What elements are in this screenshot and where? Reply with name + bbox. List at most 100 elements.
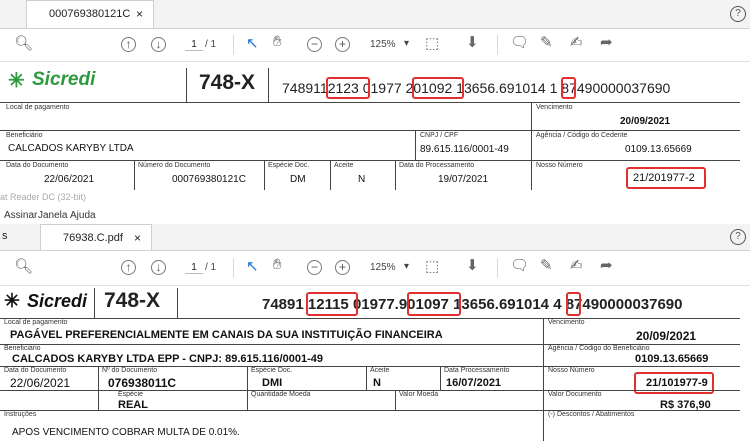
zoom-out-icon[interactable]: −: [307, 37, 322, 52]
beneficiario-value: CALCADOS KARYBY LTDA EPP - CNPJ: 89.615.…: [12, 353, 323, 365]
vencimento-value: 20/09/2021: [620, 116, 671, 127]
instrucoes-value: APOS VENCIMENTO COBRAR MULTA DE 0.01%.: [12, 427, 240, 438]
agencia-label: Agência / Código do Beneficiário: [548, 345, 650, 352]
comment-icon[interactable]: 🗨︎: [510, 256, 529, 274]
close-icon[interactable]: ×: [136, 1, 143, 27]
num-doc-value: 000769380121C: [172, 174, 246, 185]
highlight-box: [326, 77, 370, 99]
chevron-down-icon[interactable]: ▾: [404, 38, 409, 49]
beneficiario-label: Beneficiário: [4, 345, 41, 352]
page-number-input[interactable]: 1: [185, 39, 203, 51]
instrucoes-label: Instruções: [4, 411, 37, 418]
data-doc-value: 22/06/2021: [10, 376, 71, 390]
bottom-document-tab[interactable]: 76938.C.pdf ×: [40, 224, 152, 250]
zoom-out-icon[interactable]: −: [307, 260, 322, 275]
zoom-in-icon[interactable]: +: [335, 37, 350, 52]
barcode-part: 87490000037690: [561, 80, 671, 96]
menu-assinar[interactable]: Assinar: [4, 210, 37, 221]
local-pagamento-value: PAGÁVEL PREFERENCIALMENTE EM CANAIS DA S…: [10, 329, 443, 341]
zoom-in-icon[interactable]: +: [335, 260, 350, 275]
especie-doc-value: DM: [290, 174, 306, 185]
aceite-label: Aceite: [334, 162, 354, 169]
page-down-icon[interactable]: ↓: [151, 37, 166, 52]
valor-doc-label: Valor Documento: [548, 391, 602, 398]
beneficiario-value: CALCADOS KARYBY LTDA: [8, 143, 134, 154]
logo-text: Sicredi: [32, 69, 96, 90]
agencia-value: 0109.13.65669: [635, 353, 709, 365]
fit-page-icon[interactable]: ⬚: [425, 34, 439, 52]
barcode-part: 1: [549, 80, 558, 96]
zoom-search-icon[interactable]: 🔍︎: [14, 257, 33, 275]
scroll-icon[interactable]: ⬇: [466, 256, 479, 274]
help-icon[interactable]: ?: [730, 229, 746, 245]
top-toolbar: 🔍︎ ↑ ↓ 1 / 1 ↖ ✋︎ − + 125% ▾ ⬚ ⬇ 🗨︎ ✎ ✍︎…: [0, 29, 750, 62]
descontos-label: (-) Descontos / Abatimentos: [548, 411, 635, 418]
sign-icon[interactable]: ✍︎: [570, 256, 583, 274]
barcode-part: 74891: [262, 296, 304, 313]
zoom-level[interactable]: 125%: [370, 262, 396, 273]
cursor-icon[interactable]: ↖: [246, 34, 259, 52]
tab-title: 000769380121C: [49, 8, 131, 20]
comment-icon[interactable]: 🗨︎: [510, 33, 529, 51]
especie-doc-value: DMI: [262, 377, 283, 389]
agencia-value: 0109.13.65669: [625, 144, 692, 155]
aceite-value: N: [358, 174, 366, 185]
page-up-icon[interactable]: ↑: [121, 260, 136, 275]
highlight-box: [561, 77, 576, 99]
agencia-label: Agência / Código do Cedente: [536, 132, 628, 139]
cnpj-label: CNPJ / CPF: [420, 132, 459, 139]
hand-icon[interactable]: ✋︎: [273, 256, 282, 273]
menu-janela[interactable]: Janela: [38, 210, 67, 221]
page-total: / 1: [205, 39, 217, 50]
nosso-numero-label: Nosso Número: [548, 367, 595, 374]
top-document-tab[interactable]: 000769380121C ×: [26, 0, 154, 28]
zoom-search-icon[interactable]: 🔍︎: [14, 34, 33, 52]
help-icon[interactable]: ?: [730, 6, 746, 22]
hand-icon[interactable]: ✋︎: [273, 33, 282, 50]
especie-doc-label: Espécie Doc.: [251, 367, 293, 374]
especie-doc-label: Espécie Doc.: [268, 162, 310, 169]
barcode-part: 13656.691014: [453, 296, 550, 313]
page-down-icon[interactable]: ↓: [151, 260, 166, 275]
share-icon[interactable]: ➦: [600, 33, 613, 51]
highlight-box: [626, 167, 706, 189]
close-icon[interactable]: ×: [134, 225, 141, 251]
data-proc-label: Data Processamento: [444, 367, 510, 374]
barcode-part: 01977.: [352, 296, 399, 313]
bottom-boleto: ✳︎ Sicredi 748-X 74891 12115 01977.90109…: [0, 286, 740, 441]
highlight-box: [412, 77, 464, 99]
zoom-level[interactable]: 125%: [370, 39, 396, 50]
sign-icon[interactable]: ✍︎: [570, 33, 583, 51]
top-boleto: ✳︎ Sicredi 748-X 7489112123 01977 201092…: [0, 62, 740, 190]
vencimento-label: Vencimento: [548, 319, 585, 326]
page-number-input[interactable]: 1: [185, 262, 203, 274]
scroll-icon[interactable]: ⬇: [466, 33, 479, 51]
menu-ajuda[interactable]: Ajuda: [70, 210, 96, 221]
local-pagamento-label: Local de pagamento: [4, 319, 68, 326]
fit-page-icon[interactable]: ⬚: [425, 257, 439, 275]
cursor-icon[interactable]: ↖: [246, 257, 259, 275]
share-icon[interactable]: ➦: [600, 256, 613, 274]
aceite-value: N: [373, 377, 381, 389]
especie-label: Espécie: [118, 391, 143, 398]
qtd-moeda-label: Quantidade Moeda: [251, 391, 311, 398]
page-total: / 1: [205, 262, 217, 273]
data-doc-label: Data do Documento: [4, 367, 67, 374]
logo-text: Sicredi: [27, 291, 88, 311]
barcode-part: 87490000037690: [565, 296, 683, 313]
num-doc-value: 076938011C: [108, 376, 177, 390]
barcode-part: 4: [553, 296, 562, 313]
data-proc-value: 16/07/2021: [446, 377, 502, 389]
pen-icon[interactable]: ✎: [540, 256, 553, 274]
cnpj-value: 89.615.116/0001-49: [420, 144, 509, 155]
aceite-label: Aceite: [370, 367, 390, 374]
pen-icon[interactable]: ✎: [540, 33, 553, 51]
barcode-part: 13656.691014: [456, 80, 546, 96]
data-proc-value: 19/07/2021: [438, 174, 489, 185]
nosso-numero-label: Nosso Número: [536, 162, 583, 169]
bank-code: 748-X: [199, 71, 256, 94]
page-up-icon[interactable]: ↑: [121, 37, 136, 52]
window-caption: at Reader DC (32-bit): [0, 192, 87, 202]
data-doc-label: Data do Documento: [6, 162, 69, 169]
chevron-down-icon[interactable]: ▾: [404, 261, 409, 272]
